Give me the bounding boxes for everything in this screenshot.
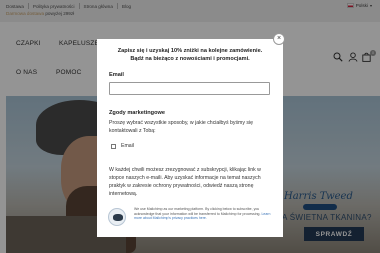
- modal-title: Zapisz się i uzyskaj 10% zniżki na kolej…: [103, 47, 277, 63]
- unsubscribe-text: W każdej chwili możesz zrezygnować z sub…: [109, 167, 261, 197]
- modal-title-line-1: Zapisz się i uzyskaj 10% zniżki na kolej…: [117, 48, 263, 54]
- email-field-label: Email: [109, 72, 124, 78]
- mailchimp-notice-text: We use Mailchimp as our marketing platfo…: [134, 207, 261, 216]
- email-field[interactable]: [109, 82, 270, 95]
- email-consent-checkbox[interactable]: [111, 144, 116, 149]
- close-button[interactable]: ×: [273, 33, 285, 45]
- mailchimp-notice: We use Mailchimp as our marketing platfo…: [134, 207, 276, 221]
- mailchimp-logo-icon: [108, 208, 126, 226]
- mailchimp-head-shape: [113, 214, 123, 221]
- email-consent-label[interactable]: Email: [121, 143, 134, 149]
- consent-text: Proszę wybrać wszystkie sposoby, w jakie…: [109, 120, 254, 134]
- modal-title-line-2: Bądź na bieżąco z nowościami i promocjam…: [130, 56, 250, 62]
- consent-heading: Zgody marketingowe: [109, 110, 165, 116]
